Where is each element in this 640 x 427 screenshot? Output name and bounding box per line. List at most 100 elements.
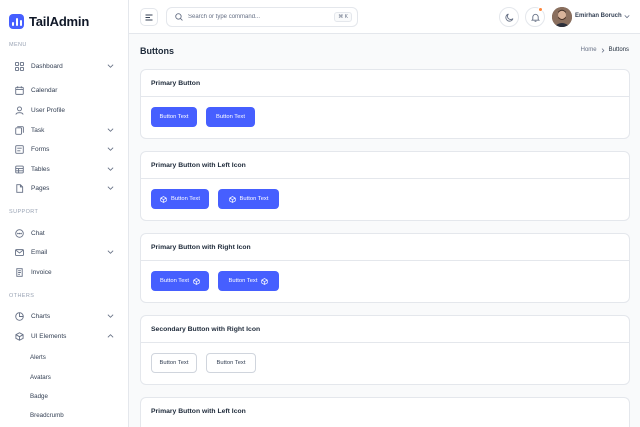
- button-label: Button Text: [216, 114, 245, 120]
- primary-left-icon-button[interactable]: Button Text: [218, 189, 279, 209]
- chevron-down-icon[interactable]: [624, 14, 630, 19]
- sidebar-subitem-badge[interactable]: Badge: [30, 393, 48, 400]
- avatar[interactable]: [552, 7, 572, 27]
- primary-button[interactable]: Button Text: [206, 107, 255, 127]
- chevron-down-icon: [107, 185, 114, 191]
- sidebar: TailAdmin MENU Dashboard Calendar User P…: [0, 0, 129, 427]
- button-label: Button Text: [160, 278, 189, 284]
- bell-icon: [530, 13, 540, 22]
- chevron-up-icon: [107, 333, 114, 339]
- sidebar-item-dashboard[interactable]: Dashboard: [9, 58, 119, 74]
- breadcrumb-current: Buttons: [608, 47, 629, 53]
- primary-right-icon-button[interactable]: Button Text: [218, 271, 279, 291]
- sidebar-item-label: Calendar: [31, 86, 58, 94]
- brand-logo[interactable]: TailAdmin: [0, 0, 128, 42]
- search-input[interactable]: [188, 14, 328, 20]
- sidebar-item-chat[interactable]: Chat: [9, 225, 119, 241]
- breadcrumb: Home Buttons: [581, 47, 629, 53]
- button-row: Button Text Button Text: [151, 107, 255, 127]
- card-title: Primary Button with Right Icon: [141, 234, 629, 261]
- notification-dot: [538, 7, 543, 12]
- sidebar-item-label: Dashboard: [31, 62, 63, 70]
- section-title-others: OTHERS: [9, 293, 35, 299]
- menu-icon: [145, 14, 153, 20]
- card-title: Secondary Button with Right Icon: [141, 316, 629, 343]
- sidebar-item-label: Chat: [31, 229, 45, 237]
- secondary-button[interactable]: Button Text: [206, 353, 256, 373]
- box-icon: [160, 195, 167, 203]
- grid-icon: [15, 61, 24, 71]
- sidebar-item-label: Charts: [31, 312, 51, 320]
- card-primary-button: Primary Button Button Text Button Text: [140, 69, 630, 139]
- pages-icon: [15, 183, 24, 193]
- forms-icon: [15, 144, 24, 154]
- box-icon: [193, 277, 200, 285]
- sidebar-toggle-button[interactable]: [140, 8, 158, 26]
- sidebar-item-tables[interactable]: Tables: [9, 161, 119, 177]
- button-label: Button Text: [228, 278, 258, 284]
- section-title-support: SUPPORT: [9, 209, 39, 215]
- chevron-down-icon: [107, 249, 114, 255]
- user-icon: [15, 105, 24, 115]
- search-box[interactable]: ⌘ K: [166, 7, 358, 27]
- pie-chart-icon: [15, 311, 24, 321]
- sidebar-item-charts[interactable]: Charts: [9, 308, 119, 324]
- sidebar-subitem-breadcrumb[interactable]: Breadcrumb: [30, 412, 64, 419]
- table-icon: [15, 165, 24, 174]
- card-primary-left-icon-2: Primary Button with Left Icon: [140, 397, 630, 427]
- sidebar-item-ui-elements[interactable]: UI Elements: [9, 328, 119, 344]
- dark-mode-toggle[interactable]: [499, 7, 519, 27]
- button-row: Button Text Button Text: [151, 271, 279, 291]
- brand-name: TailAdmin: [29, 13, 90, 29]
- sidebar-item-label: Email: [31, 248, 48, 256]
- box-icon: [261, 277, 269, 285]
- secondary-button[interactable]: Button Text: [151, 353, 197, 373]
- section-title-menu: MENU: [9, 42, 27, 48]
- primary-right-icon-button[interactable]: Button Text: [151, 271, 209, 291]
- user-photo-icon: [552, 7, 572, 27]
- breadcrumb-home-link[interactable]: Home: [581, 47, 597, 53]
- sidebar-item-label: User Profile: [31, 106, 65, 114]
- button-label: Button Text: [216, 360, 246, 366]
- button-label: Button Text: [171, 196, 200, 202]
- sidebar-item-task[interactable]: Task: [9, 122, 119, 138]
- chevron-down-icon: [107, 63, 114, 69]
- sidebar-item-label: Tables: [31, 165, 50, 173]
- card-secondary-right-icon: Secondary Button with Right Icon Button …: [140, 315, 630, 385]
- task-icon: [15, 125, 24, 135]
- sidebar-item-invoice[interactable]: Invoice: [9, 264, 119, 280]
- sidebar-item-email[interactable]: Email: [9, 244, 119, 260]
- sidebar-subitem-alerts[interactable]: Alerts: [30, 354, 46, 361]
- box-icon: [15, 331, 24, 341]
- primary-left-icon-button[interactable]: Button Text: [151, 189, 209, 209]
- button-row: Button Text Button Text: [151, 189, 279, 209]
- notifications-button[interactable]: [525, 7, 545, 27]
- sidebar-item-user-profile[interactable]: User Profile: [9, 102, 119, 118]
- sidebar-subitem-avatars[interactable]: Avatars: [30, 374, 51, 381]
- chat-icon: [15, 228, 24, 238]
- mail-icon: [15, 248, 24, 257]
- sidebar-item-label: Task: [31, 126, 45, 134]
- sidebar-item-label: Pages: [31, 184, 50, 192]
- button-label: Button Text: [159, 360, 189, 366]
- sidebar-item-calendar[interactable]: Calendar: [9, 82, 119, 98]
- calendar-icon: [15, 85, 24, 95]
- sidebar-item-pages[interactable]: Pages: [9, 180, 119, 196]
- sidebar-item-label: Forms: [31, 145, 50, 153]
- primary-button[interactable]: Button Text: [151, 107, 197, 127]
- box-icon: [228, 195, 236, 203]
- moon-icon: [504, 13, 513, 22]
- user-name[interactable]: Emirhan Boruch: [575, 13, 622, 19]
- sidebar-item-forms[interactable]: Forms: [9, 141, 119, 157]
- button-label: Button Text: [159, 114, 189, 120]
- chevron-down-icon: [107, 127, 114, 133]
- button-label: Button Text: [239, 196, 269, 202]
- chevron-down-icon: [107, 146, 114, 152]
- search-shortcut-badge: ⌘ K: [334, 12, 352, 22]
- logo-icon: [9, 13, 24, 29]
- sidebar-item-label: Invoice: [31, 268, 52, 276]
- button-row: Button Text Button Text: [151, 353, 256, 373]
- card-primary-left-icon: Primary Button with Left Icon Button Tex…: [140, 151, 630, 221]
- chevron-down-icon: [107, 166, 114, 172]
- search-icon: [175, 13, 183, 21]
